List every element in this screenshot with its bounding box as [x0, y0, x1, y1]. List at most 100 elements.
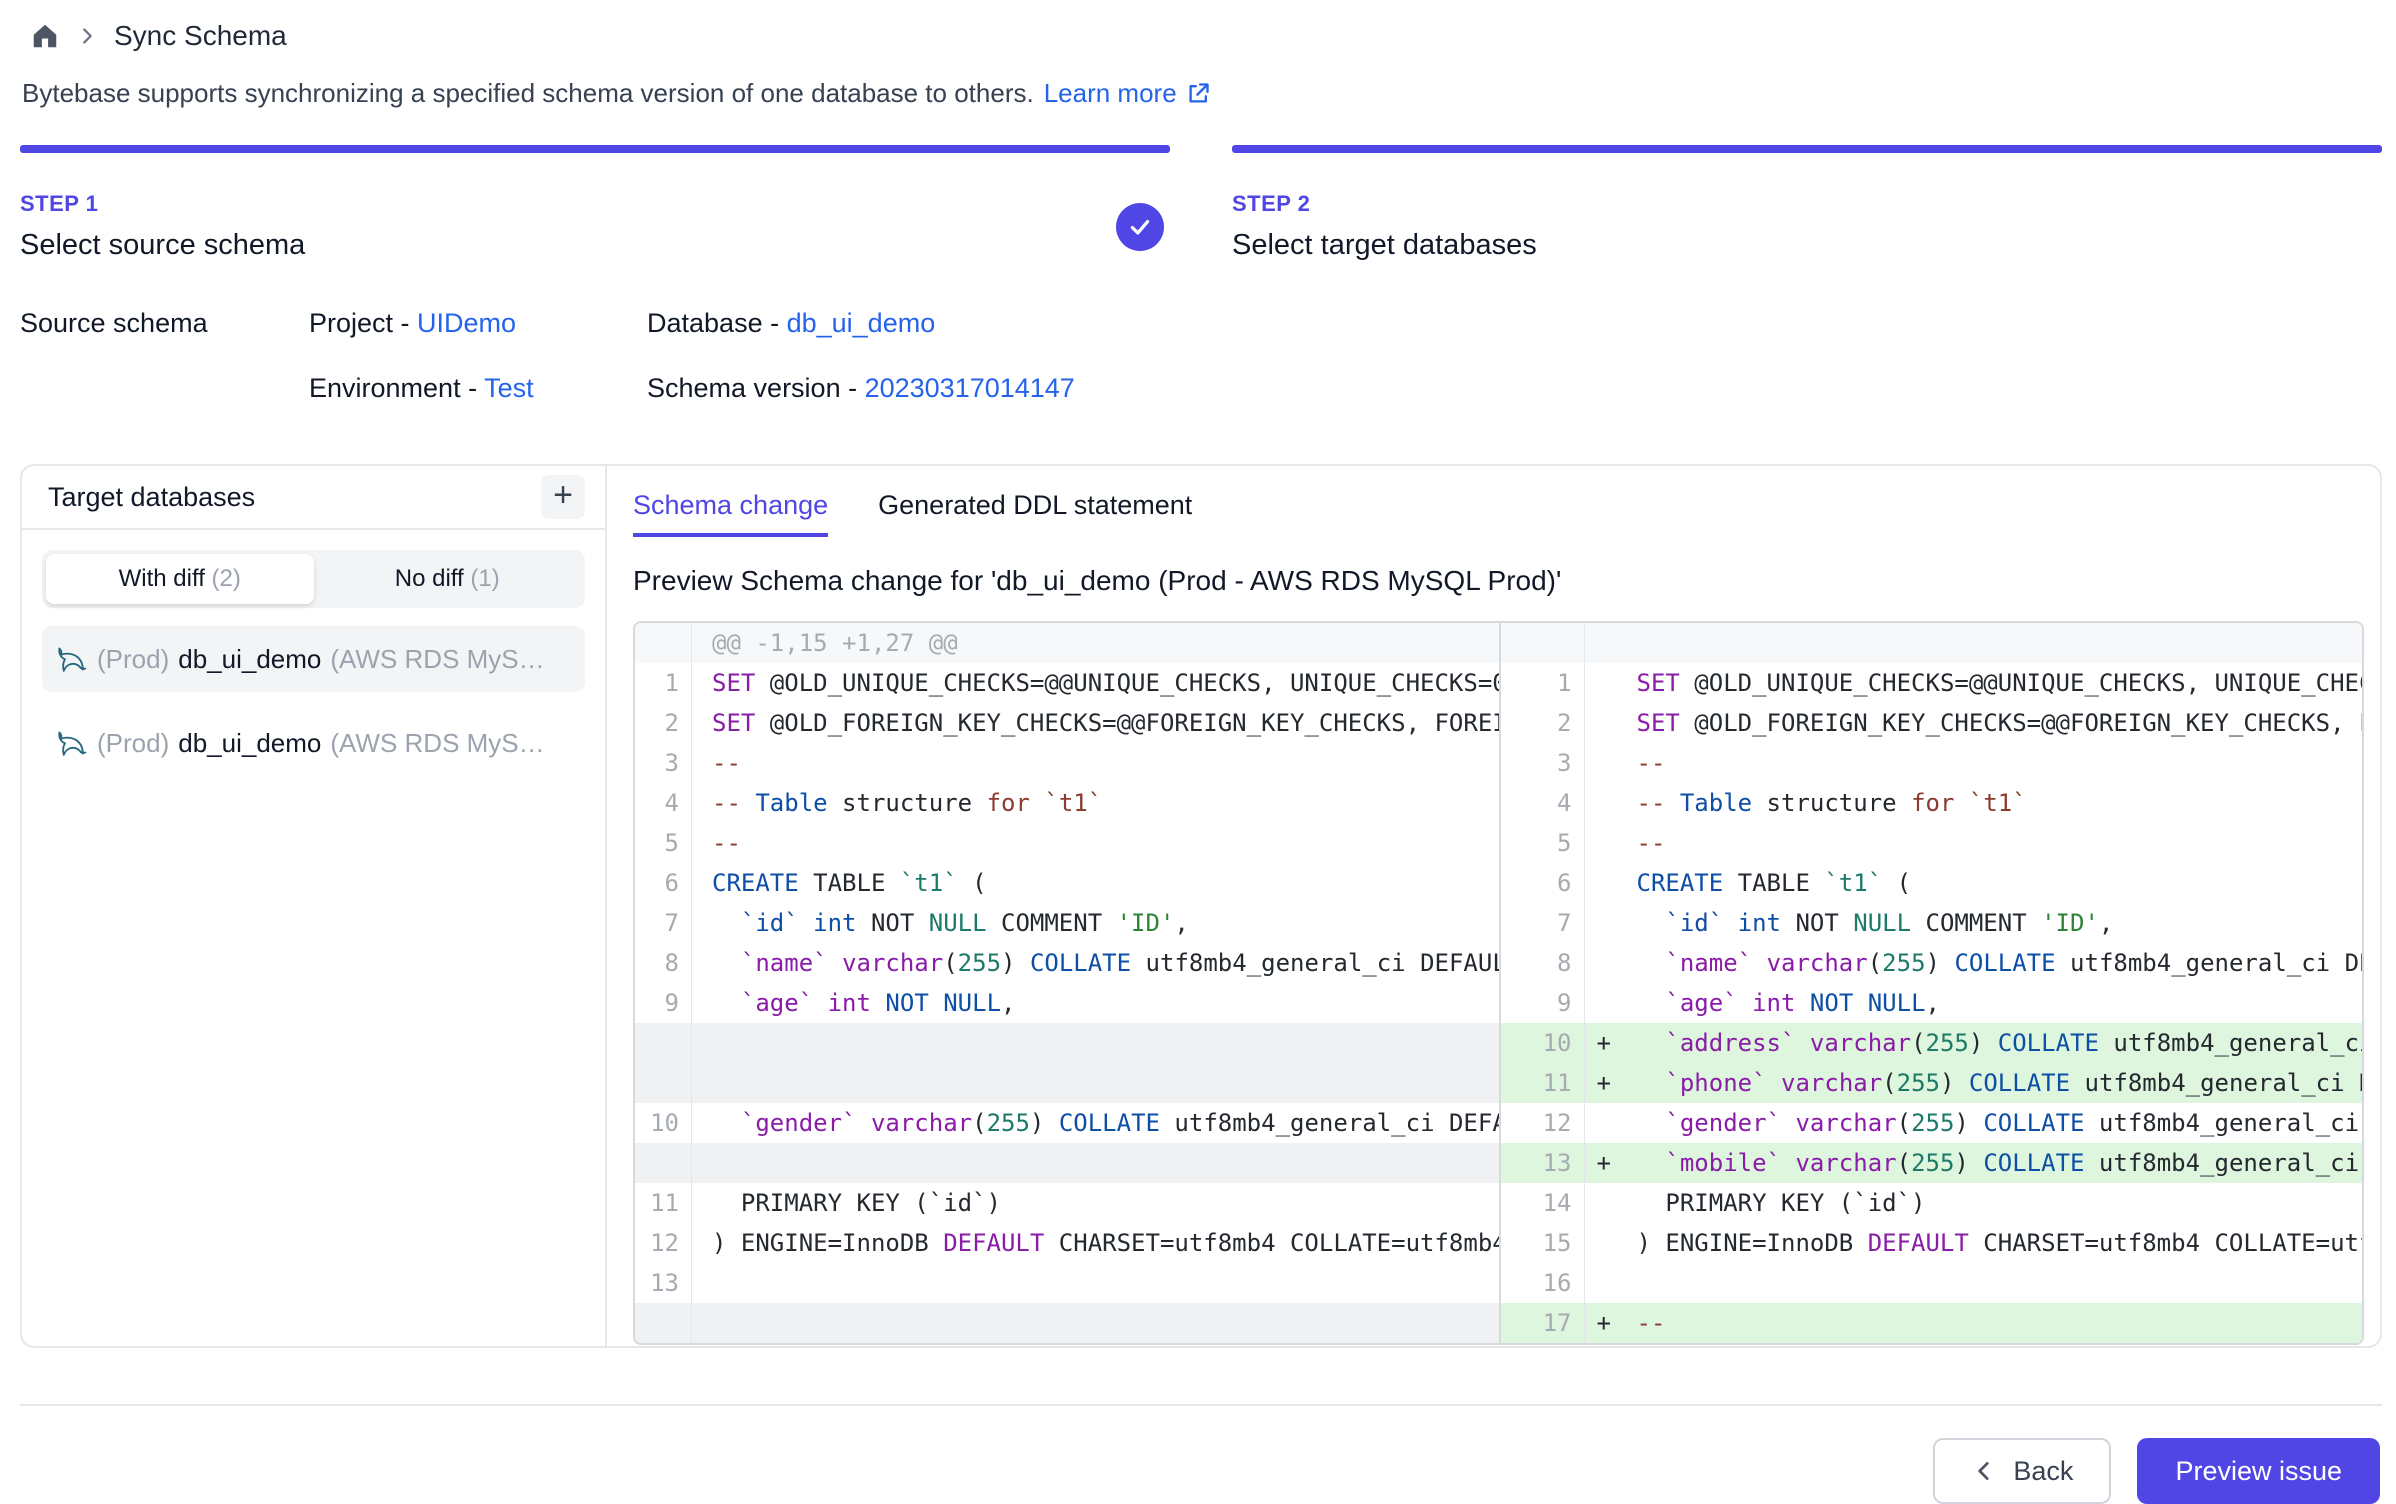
code-line: `name` varchar(255) COLLATE utf8mb4_gene…: [1637, 943, 2363, 983]
diff-code-row: 6CREATE TABLE `t1` (: [1501, 863, 2363, 903]
diff-filler-row: [635, 1063, 1499, 1103]
filter-no-diff[interactable]: No diff (1): [314, 554, 582, 604]
project-link[interactable]: UIDemo: [417, 308, 516, 338]
line-number: 15: [1501, 1223, 1585, 1263]
line-number: 7: [635, 903, 692, 943]
code-line: [712, 1063, 1499, 1103]
diff-marker: [692, 703, 712, 743]
diff-code-row: 8 `name` varchar(255) COLLATE utf8mb4_ge…: [1501, 943, 2363, 983]
diff-marker: [692, 903, 712, 943]
line-number: 17: [1501, 1303, 1585, 1343]
database-list-item[interactable]: (Prod) db_ui_demo (AWS RDS MyS…: [42, 710, 585, 776]
diff-code-row: 10 `gender` varchar(255) COLLATE utf8mb4…: [635, 1103, 1499, 1143]
add-target-database-button[interactable]: +: [541, 475, 585, 519]
line-number: 4: [635, 783, 692, 823]
diff-code-row: 3--: [635, 743, 1499, 783]
diff-marker: [1585, 943, 1637, 983]
diff-left-pane: @@ -1,15 +1,27 @@1SET @OLD_UNIQUE_CHECKS…: [635, 623, 1499, 1343]
diff-marker: [1585, 783, 1637, 823]
code-line: @@ -1,15 +1,27 @@: [712, 623, 1499, 663]
intro-description: Bytebase supports synchronizing a specif…: [22, 78, 1034, 109]
diff-marker: [1585, 1223, 1637, 1263]
home-icon[interactable]: [30, 21, 60, 51]
diff-code-row: 4-- Table structure for `t1`: [635, 783, 1499, 823]
preview-issue-button[interactable]: Preview issue: [2137, 1438, 2380, 1504]
diff-marker: +: [1585, 1023, 1637, 1063]
line-number: [1501, 623, 1585, 663]
diff-code-row: 13+ `mobile` varchar(255) COLLATE utf8mb…: [1501, 1143, 2363, 1183]
diff-filler-row: [635, 1303, 1499, 1343]
mysql-icon: [54, 642, 88, 676]
line-number: 13: [635, 1263, 692, 1303]
diff-marker: [692, 1063, 712, 1103]
diff-code-row: 5--: [1501, 823, 2363, 863]
diff-code-row: 7 `id` int NOT NULL COMMENT 'ID',: [1501, 903, 2363, 943]
diff-code-row: 2SET @OLD_FOREIGN_KEY_CHECKS=@@FOREIGN_K…: [1501, 703, 2363, 743]
diff-filler-row: [635, 1143, 1499, 1183]
line-number: 14: [1501, 1183, 1585, 1223]
code-line: [712, 1263, 1499, 1303]
diff-marker: [692, 1023, 712, 1063]
code-line: [712, 1303, 1499, 1343]
source-database-field: Database - db_ui_demo: [647, 308, 2396, 339]
step-2: STEP 2 Select target databases: [1232, 145, 2382, 262]
code-line: [712, 1143, 1499, 1183]
back-button[interactable]: Back: [1933, 1438, 2111, 1504]
line-number: [635, 1023, 692, 1063]
diff-marker: [692, 1303, 712, 1343]
diff-marker: [692, 1103, 712, 1143]
filter-with-diff[interactable]: With diff (2): [46, 554, 314, 604]
diff-marker: [692, 823, 712, 863]
step-1-completed-badge: [1116, 203, 1164, 251]
line-number: 10: [1501, 1023, 1585, 1063]
diff-marker: [692, 1183, 712, 1223]
diff-code-row: 17+--: [1501, 1303, 2363, 1343]
target-selection-card: Target databases + With diff (2) No diff…: [20, 464, 2382, 1348]
diff-marker: [692, 623, 712, 663]
check-icon: [1127, 214, 1153, 240]
line-number: [635, 1143, 692, 1183]
line-number: 9: [1501, 983, 1585, 1023]
code-line: SET @OLD_FOREIGN_KEY_CHECKS=@@FOREIGN_KE…: [1637, 703, 2363, 743]
source-schema-summary: Source schema Project - UIDemo Database …: [0, 262, 2396, 404]
line-number: 12: [635, 1223, 692, 1263]
line-number: 5: [635, 823, 692, 863]
step-1-progress-bar: [20, 145, 1170, 153]
code-line: SET @OLD_UNIQUE_CHECKS=@@UNIQUE_CHECKS, …: [712, 663, 1499, 703]
code-line: --: [712, 743, 1499, 783]
diff-hunk-row: [1501, 623, 2363, 663]
diff-marker: [1585, 623, 1637, 663]
code-line: --: [1637, 1303, 2363, 1343]
line-number: 16: [1501, 1263, 1585, 1303]
source-schema-label: Source schema: [20, 308, 309, 339]
target-databases-title: Target databases: [48, 482, 255, 513]
code-line: [1637, 623, 2363, 663]
footer-actions: Back Preview issue: [0, 1406, 2396, 1504]
line-number: 11: [1501, 1063, 1585, 1103]
database-link[interactable]: db_ui_demo: [787, 308, 936, 338]
code-line: `age` int NOT NULL,: [1637, 983, 2363, 1023]
line-number: 11: [635, 1183, 692, 1223]
diff-code-row: 15) ENGINE=InnoDB DEFAULT CHARSET=utf8mb…: [1501, 1223, 2363, 1263]
database-list-item[interactable]: (Prod) db_ui_demo (AWS RDS MyS…: [42, 626, 585, 692]
code-line: `phone` varchar(255) COLLATE utf8mb4_gen…: [1637, 1063, 2363, 1103]
diff-code-row: 9 `age` int NOT NULL,: [1501, 983, 2363, 1023]
tab-schema-change[interactable]: Schema change: [633, 490, 828, 537]
diff-code-row: 11+ `phone` varchar(255) COLLATE utf8mb4…: [1501, 1063, 2363, 1103]
diff-code-row: 8 `name` varchar(255) COLLATE utf8mb4_ge…: [635, 943, 1499, 983]
learn-more-link[interactable]: Learn more: [1044, 78, 1212, 109]
chevron-right-icon: [76, 25, 98, 47]
environment-link[interactable]: Test: [484, 373, 534, 403]
diff-marker: [1585, 823, 1637, 863]
step-2-progress-bar: [1232, 145, 2382, 153]
diff-code-row: 12) ENGINE=InnoDB DEFAULT CHARSET=utf8mb…: [635, 1223, 1499, 1263]
diff-marker: [1585, 1103, 1637, 1143]
diff-code-row: 1SET @OLD_UNIQUE_CHECKS=@@UNIQUE_CHECKS,…: [1501, 663, 2363, 703]
diff-filler-row: [635, 1023, 1499, 1063]
diff-marker: [692, 983, 712, 1023]
diff-code-row: 5--: [635, 823, 1499, 863]
tab-generated-ddl[interactable]: Generated DDL statement: [878, 490, 1192, 537]
schema-version-link[interactable]: 20230317014147: [865, 373, 1075, 403]
code-line: --: [1637, 823, 2363, 863]
preview-tabs: Schema change Generated DDL statement: [633, 490, 2364, 537]
